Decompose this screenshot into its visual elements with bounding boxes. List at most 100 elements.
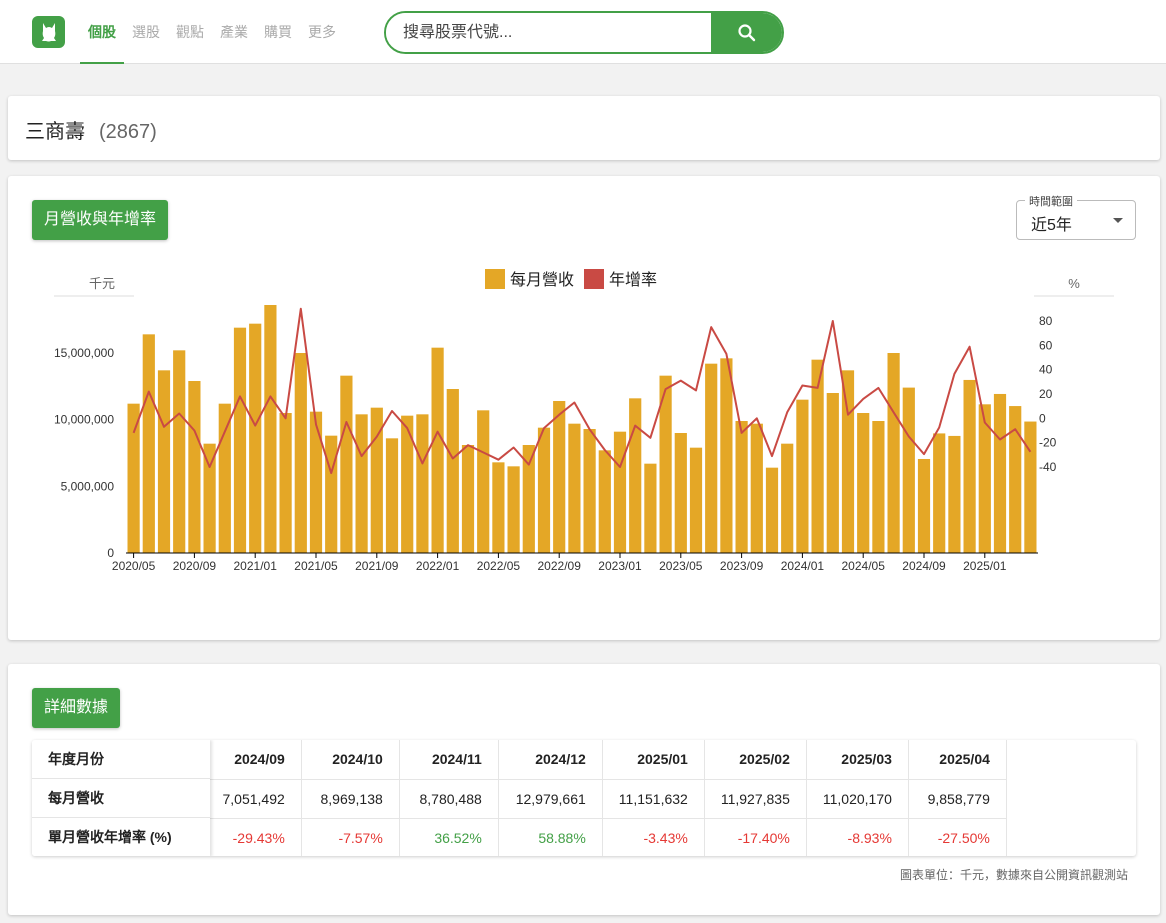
table-header-cell: 2024/10 [301,740,400,780]
table-cell-revenue: 8,969,138 [301,779,400,819]
table-cell-yoy: -27.50% [908,818,1007,856]
revenue-bar [629,398,642,553]
revenue-bar [1024,421,1037,553]
revenue-bar [385,438,399,553]
left-axis-unit: 千元 [89,276,115,291]
x-tick-label: 2021/01 [234,559,278,573]
x-tick-label: 2022/01 [416,559,460,573]
revenue-bar [933,433,946,553]
nav-item-4[interactable]: 購買 [256,0,300,64]
x-tick-label: 2021/05 [294,559,338,573]
revenue-bar [142,334,155,553]
y-right-tick-label: 0 [1039,411,1046,425]
revenue-bar [218,403,231,553]
revenue-bar [416,414,429,553]
revenue-bar [1009,406,1022,553]
table-header-cell: 2024/11 [399,740,499,780]
stock-name: 三商壽 [25,121,85,143]
y-left-tick-label: 15,000,000 [54,346,114,360]
revenue-bar [127,403,140,553]
revenue-bar [492,462,505,553]
table-header-cell: 2024/09 [206,740,302,780]
nav-item-5[interactable]: 更多 [300,0,344,64]
app-logo[interactable] [32,16,65,48]
revenue-bar [583,429,596,553]
revenue-bar [826,393,839,553]
legend-swatch-revenue [485,269,505,289]
revenue-bar [857,413,870,553]
x-tick-label: 2020/05 [112,559,156,573]
legend-label-yoy: 年增率 [609,271,657,289]
x-tick-label: 2024/09 [902,559,946,573]
revenue-bar [188,381,201,553]
table-header-cell: 2025/03 [806,740,909,780]
stock-title: 三商壽 (2867) [25,115,157,144]
table-cell-yoy: -29.43% [206,818,302,856]
nav-item-0[interactable]: 個股 [80,0,124,64]
x-tick-label: 2024/05 [842,559,886,573]
revenue-bar [796,399,809,553]
x-tick-label: 2023/09 [720,559,764,573]
table-cell-revenue: 11,151,632 [602,779,705,819]
x-tick-label: 2024/01 [781,559,825,573]
table-cell-yoy: -7.57% [301,818,400,856]
x-tick-label: 2025/01 [963,559,1007,573]
time-range-value: 近5年 [1031,217,1072,234]
x-tick-label: 2022/05 [477,559,521,573]
revenue-bar [157,370,171,553]
revenue-bar [598,450,611,553]
revenue-bar [507,466,520,553]
table-header-cell: 2025/02 [704,740,807,780]
row-header-month: 年度月份 [32,740,210,779]
revenue-chart: 千元 % 每月營收 年增率 0 5,000,000 10,000,000 15,000,000… [54,269,1114,573]
nav-item-2[interactable]: 觀點 [168,0,212,64]
search-button[interactable] [711,13,782,52]
x-tick-label: 2020/09 [173,559,217,573]
nav-item-3[interactable]: 產業 [212,0,256,64]
x-tick-label: 2023/01 [598,559,642,573]
revenue-bar [309,411,323,553]
revenue-bar [917,458,931,553]
legend-swatch-yoy [584,269,604,289]
revenue-bar [249,323,262,553]
stock-code: (2867) [99,121,157,143]
revenue-bar [735,421,748,553]
x-tick-label: 2022/09 [538,559,582,573]
main-nav: 個股 選股 觀點 產業 購買 更多 [80,0,344,64]
y-right-tick-label: 20 [1039,387,1053,401]
revenue-bar [765,467,779,553]
revenue-bar [568,423,581,553]
table-cell-revenue: 12,979,661 [498,779,603,819]
search-input[interactable] [386,13,711,52]
revenue-bar [841,370,855,553]
time-range-select[interactable]: 時間範圍 近5年 [1016,193,1136,240]
y-left-tick-label: 5,000,000 [61,479,115,493]
detail-section-button[interactable]: 詳細數據 [32,688,121,728]
table-cell-yoy: 58.88% [498,818,603,856]
revenue-bar [644,463,657,553]
revenue-bar [477,410,490,553]
revenue-bar [431,347,444,553]
table-cell-revenue: 7,051,492 [206,779,302,819]
revenue-bar [203,443,216,553]
y-right-tick-label: 40 [1039,363,1053,377]
table-header-cell: 2025/01 [602,740,705,780]
table-cell-revenue: 11,927,835 [704,779,807,819]
table-header-cell: 2025/04 [908,740,1007,780]
y-right-tick-label: -40 [1039,460,1057,474]
search-icon [737,23,755,41]
data-table-scroller[interactable]: 2024/072024/082024/092024/102024/112024/… [32,740,1136,856]
detail-data-card: 詳細數據 2024/072024/082024/092024/102024/11… [8,664,1160,915]
revenue-bar [294,353,307,553]
nav-item-1[interactable]: 選股 [124,0,168,64]
table-cell-yoy: -3.43% [602,818,705,856]
revenue-bar [355,414,368,553]
revenue-bar [750,423,763,553]
table-cell-revenue: 8,780,488 [399,779,499,819]
table-cell-yoy: 36.52% [399,818,499,856]
revenue-bar [720,358,733,553]
chart-section-button[interactable]: 月營收與年增率 [32,200,169,240]
revenue-bar [325,435,338,553]
revenue-bar [963,379,976,553]
time-range-label: 時間範圍 [1025,193,1077,209]
